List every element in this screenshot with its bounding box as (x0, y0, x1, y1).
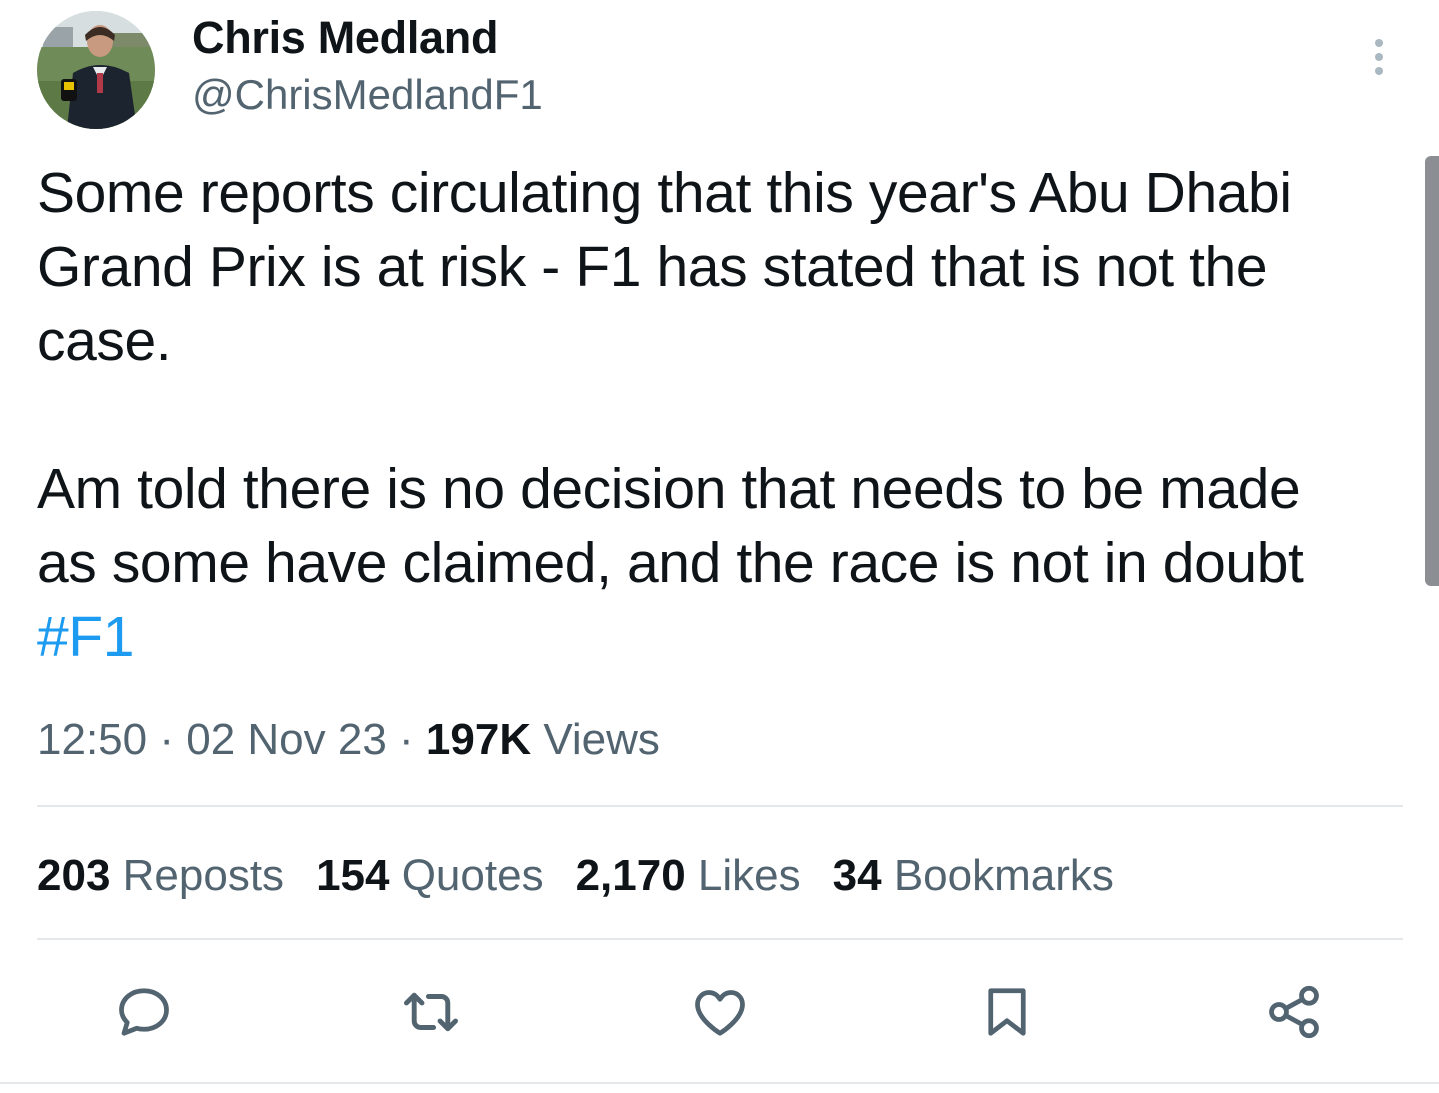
more-options-button[interactable] (1358, 32, 1400, 82)
tweet-text-line: Grand Prix is at risk - F1 has stated th… (37, 235, 1268, 299)
reposts-stat[interactable]: 203 Reposts (37, 846, 284, 906)
hashtag-link[interactable]: #F1 (37, 605, 134, 669)
heart-icon (695, 990, 745, 1036)
repost-button[interactable] (399, 980, 463, 1044)
share-button[interactable] (1262, 980, 1326, 1044)
bookmark-button[interactable] (975, 980, 1039, 1044)
tweet-text-line: as some have claimed, and the race is no… (37, 531, 1304, 595)
avatar[interactable] (37, 11, 155, 129)
scrollbar[interactable] (1425, 156, 1439, 586)
views-count[interactable]: 197K (426, 715, 531, 764)
tweet-text-line: case. (37, 309, 172, 373)
tweet-detail: Chris Medland @ChrisMedlandF1 Some repor… (0, 0, 1439, 1093)
bookmarks-stat[interactable]: 34 Bookmarks (833, 846, 1114, 906)
engagement-stats: 203 Reposts 154 Quotes 2,170 Likes 34 Bookm… (37, 846, 1146, 906)
divider (37, 938, 1403, 940)
quotes-stat[interactable]: 154 Quotes (316, 846, 544, 906)
author-handle[interactable]: @ChrisMedlandF1 (192, 70, 543, 120)
more-dots-icon (1375, 39, 1383, 47)
repost-icon (404, 992, 458, 1032)
reply-icon (119, 988, 169, 1036)
views-label[interactable]: Views (531, 715, 660, 764)
tweet-text-line: Some reports circulating that this year'… (37, 161, 1292, 225)
tweet-text-line: Am told there is no decision that needs … (37, 457, 1301, 521)
tweet-meta: 12:50 · 02 Nov 23 · 197K Views (37, 715, 660, 764)
reply-button[interactable] (112, 980, 176, 1044)
divider (37, 805, 1403, 807)
divider (0, 1082, 1439, 1084)
tweet-time[interactable]: 12:50 (37, 715, 147, 764)
author-name[interactable]: Chris Medland (192, 12, 498, 64)
tweet-text: Some reports circulating that this year'… (37, 156, 1407, 674)
like-button[interactable] (688, 980, 752, 1044)
likes-stat[interactable]: 2,170 Likes (576, 846, 801, 906)
share-icon (1269, 985, 1319, 1039)
bookmark-icon (988, 988, 1026, 1036)
tweet-date[interactable]: 02 Nov 23 (186, 715, 387, 764)
